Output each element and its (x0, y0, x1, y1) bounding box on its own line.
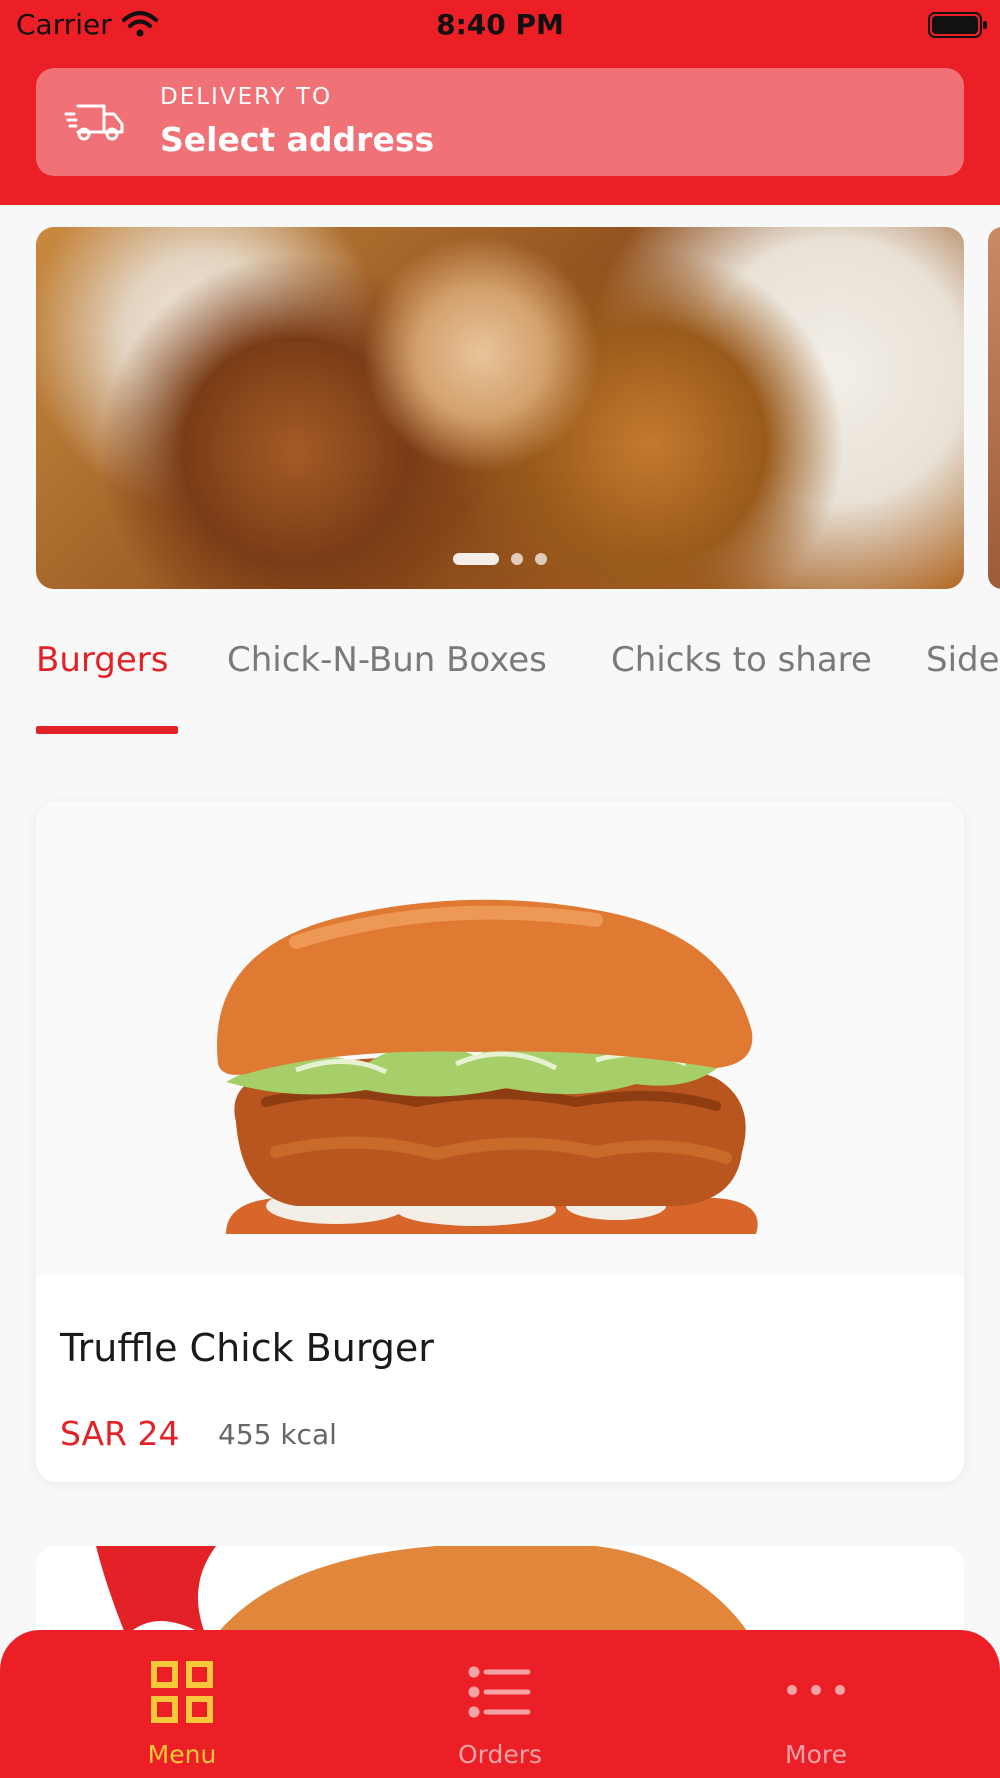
status-time: 8:40 PM (436, 8, 564, 41)
carousel-dot-active (453, 553, 499, 565)
category-tabs: Burgers Chick-N-Bun Boxes Chicks to shar… (0, 630, 1000, 740)
delivery-address-selector[interactable]: DELIVERY TO Select address (36, 68, 964, 176)
menu-item-price: SAR 24 (60, 1414, 180, 1453)
next-banner-peek[interactable] (988, 227, 1000, 589)
delivery-address-value: Select address (160, 120, 435, 159)
nav-menu[interactable]: Menu (82, 1630, 282, 1778)
menu-item-card[interactable]: Truffle Chick Burger SAR 24 455 kcal (36, 802, 964, 1482)
delivery-label: DELIVERY TO (160, 84, 333, 110)
promo-banner[interactable] (36, 227, 964, 589)
nav-more[interactable]: More (716, 1630, 916, 1778)
carousel-page-indicator (36, 550, 964, 569)
tab-burgers[interactable]: Burgers (36, 640, 168, 680)
active-tab-indicator (36, 726, 178, 734)
status-bar: Carrier 8:40 PM (0, 0, 1000, 50)
delivery-truck-icon (64, 104, 124, 141)
header: Carrier 8:40 PM DELIVERY TO Select addre… (0, 0, 1000, 205)
menu-item-calories: 455 kcal (218, 1418, 337, 1451)
tab-chicks-to-share[interactable]: Chicks to share (611, 640, 872, 680)
burger-image (36, 802, 964, 1276)
battery-icon (928, 12, 987, 38)
carousel-dot (535, 553, 547, 565)
carousel-dot (511, 553, 523, 565)
bottom-navigation: Menu Orders More (0, 1630, 1000, 1778)
grid-icon (151, 1661, 213, 1723)
nav-more-label: More (785, 1740, 847, 1769)
more-dots-icon (787, 1685, 845, 1695)
nav-orders-label: Orders (457, 1740, 543, 1769)
tab-chick-n-bun-boxes[interactable]: Chick-N-Bun Boxes (227, 640, 547, 680)
list-icon (468, 1666, 531, 1718)
nav-menu-label: Menu (147, 1740, 217, 1769)
menu-item-name: Truffle Chick Burger (60, 1326, 434, 1370)
tab-sides[interactable]: Sides (926, 640, 1000, 680)
nav-orders[interactable]: Orders (400, 1630, 600, 1778)
